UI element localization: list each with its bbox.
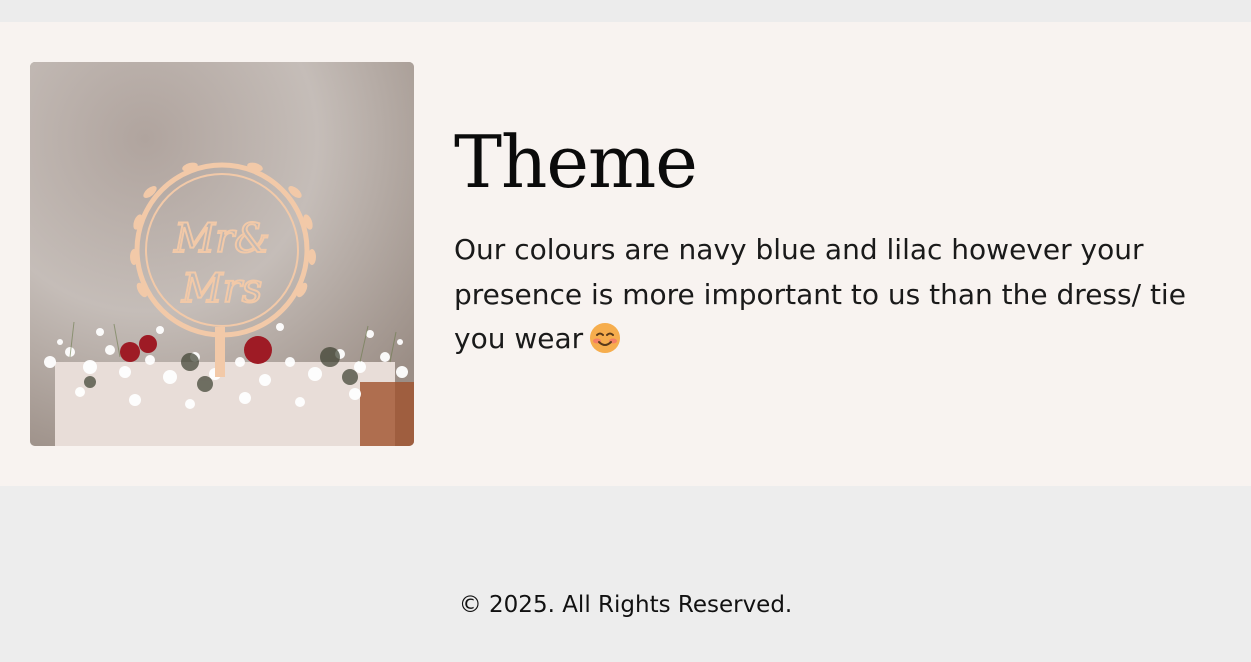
- section-title: Theme: [454, 120, 698, 204]
- top-strip: [0, 0, 1251, 22]
- cake-topper-illustration: Mr& Mrs: [30, 62, 414, 446]
- theme-description: Our colours are navy blue and lilac howe…: [454, 228, 1194, 368]
- svg-text:Mr&: Mr&: [173, 216, 270, 262]
- footer: © 2025. All Rights Reserved.: [0, 486, 1251, 662]
- svg-text:Mrs: Mrs: [181, 266, 263, 312]
- theme-section: Mr& Mrs Theme Our colours are navy blue …: [0, 22, 1251, 486]
- copyright-text: © 2025. All Rights Reserved.: [458, 592, 793, 618]
- cake-topper-photo: Mr& Mrs: [30, 62, 414, 446]
- smiling-face-icon: [589, 322, 621, 368]
- theme-description-text: Our colours are navy blue and lilac howe…: [454, 233, 1186, 355]
